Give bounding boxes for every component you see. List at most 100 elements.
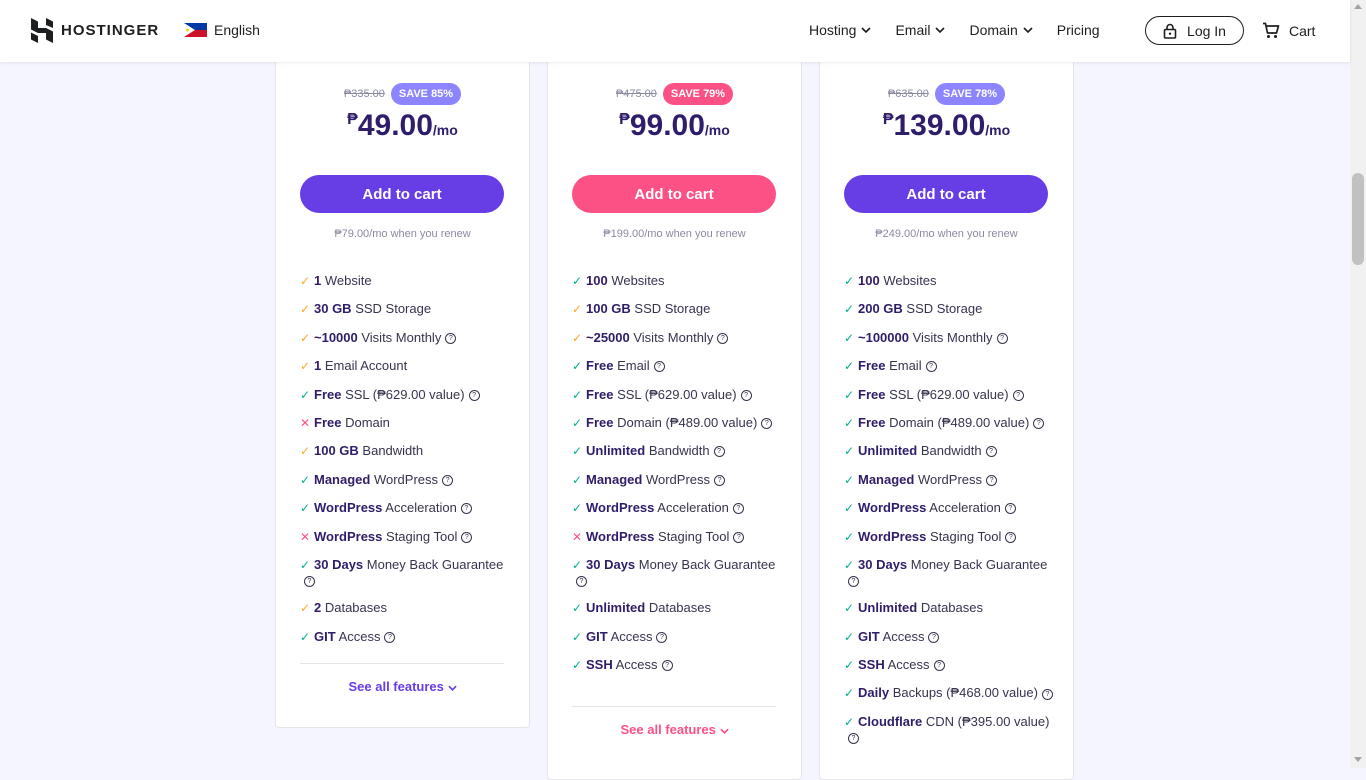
feature-item: ✓ Free Email?: [572, 358, 782, 374]
feature-highlight: 100: [858, 273, 880, 288]
check-icon: ✓: [572, 274, 583, 288]
feature-text: WordPress: [370, 471, 439, 487]
plan-card-3: ₱635.00 SAVE 78% ₱139.00/mo Add to cart …: [819, 40, 1074, 780]
renew-price: ₱79.00/mo when you renew: [334, 228, 471, 240]
feature-item: ✕ Free Domain: [300, 415, 510, 431]
language-selector[interactable]: English: [184, 22, 260, 38]
help-icon[interactable]: ?: [733, 531, 745, 543]
help-icon[interactable]: ?: [933, 660, 945, 672]
help-icon[interactable]: ?: [740, 389, 752, 401]
feature-item: ✓ ~100000 Visits Monthly?: [844, 330, 1054, 346]
help-icon[interactable]: ?: [928, 631, 940, 643]
check-icon: ✓: [572, 629, 583, 644]
add-to-cart-button[interactable]: Add to cart: [300, 175, 504, 213]
divider: [572, 706, 776, 707]
feature-text: Access: [879, 628, 925, 644]
check-icon: ✓: [572, 302, 583, 317]
check-icon: ✓: [300, 557, 311, 572]
help-icon[interactable]: ?: [717, 332, 729, 344]
feature-text: WordPress: [642, 471, 711, 487]
feature-text: Access: [884, 657, 930, 673]
help-icon[interactable]: ?: [732, 503, 744, 515]
login-label: Log In: [1187, 22, 1226, 39]
help-icon[interactable]: ?: [996, 332, 1008, 344]
feature-text: Domain: [341, 414, 390, 430]
check-icon: ✓: [572, 501, 583, 516]
help-icon[interactable]: ?: [461, 531, 473, 543]
feature-highlight: WordPress: [586, 528, 655, 544]
help-icon[interactable]: ?: [848, 732, 859, 744]
help-icon[interactable]: ?: [656, 631, 668, 643]
feature-highlight: GIT: [314, 628, 336, 644]
help-icon[interactable]: ?: [384, 631, 396, 643]
scrollbar-thumb[interactable]: [1352, 173, 1364, 265]
help-icon[interactable]: ?: [1033, 418, 1045, 430]
feature-item: ✓ Free Domain (₱489.00 value)?: [572, 415, 782, 431]
feature-highlight: Managed: [586, 471, 643, 487]
feature-item: ✓ 100 Websites: [844, 273, 1054, 289]
page-scrollbar[interactable]: [1350, 0, 1366, 768]
see-all-features-label: See all features: [620, 722, 716, 737]
feature-text: Websites: [879, 273, 937, 288]
cross-icon: ✕: [572, 529, 583, 544]
login-button[interactable]: Log In: [1145, 16, 1244, 45]
check-icon: ✓: [844, 686, 855, 701]
cart-label: Cart: [1289, 22, 1316, 39]
help-icon[interactable]: ?: [576, 575, 587, 587]
help-icon[interactable]: ?: [1041, 688, 1053, 700]
nav-pricing[interactable]: Pricing: [1057, 22, 1100, 38]
feature-item: ✓ Free SSL (₱629.00 value)?: [300, 387, 510, 403]
scroll-down-arrow-icon[interactable]: [1354, 757, 1362, 762]
see-all-features-link[interactable]: See all features: [276, 679, 529, 694]
feature-text: Website: [321, 273, 372, 288]
feature-text: Staging Tool: [926, 528, 1002, 544]
help-icon[interactable]: ?: [468, 389, 480, 401]
feature-item: ✓ ~10000 Visits Monthly?: [300, 330, 510, 346]
nav-hosting[interactable]: Hosting: [809, 22, 872, 38]
feature-highlight: ~25000: [586, 329, 630, 345]
see-all-features-link[interactable]: See all features: [548, 722, 801, 737]
feature-highlight: Unlimited: [858, 443, 918, 459]
hostinger-logo[interactable]: HOSTINGER: [31, 18, 159, 43]
nav-email[interactable]: Email: [895, 22, 946, 38]
check-icon: ✓: [572, 415, 583, 430]
cross-icon: ✕: [300, 529, 311, 544]
help-icon[interactable]: ?: [985, 446, 997, 458]
help-icon[interactable]: ?: [445, 332, 457, 344]
help-icon[interactable]: ?: [1005, 531, 1017, 543]
check-icon: ✓: [572, 359, 583, 374]
help-icon[interactable]: ?: [460, 503, 472, 515]
add-to-cart-button[interactable]: Add to cart: [844, 175, 1048, 213]
help-icon[interactable]: ?: [1004, 503, 1016, 515]
check-icon: ✓: [844, 359, 855, 374]
feature-highlight: 100 GB: [314, 443, 359, 459]
help-icon[interactable]: ?: [653, 361, 665, 373]
help-icon[interactable]: ?: [1012, 389, 1024, 401]
help-icon[interactable]: ?: [713, 446, 725, 458]
help-icon[interactable]: ?: [848, 575, 859, 587]
help-icon[interactable]: ?: [714, 474, 726, 486]
add-to-cart-button[interactable]: Add to cart: [572, 175, 776, 213]
help-icon[interactable]: ?: [304, 575, 315, 587]
nav-hosting-label: Hosting: [809, 22, 857, 38]
help-icon[interactable]: ?: [986, 474, 998, 486]
feature-text: Money Back Guarantee: [635, 556, 776, 572]
help-icon[interactable]: ?: [661, 660, 673, 672]
check-icon: ✓: [844, 529, 855, 544]
price-period: /mo: [704, 122, 730, 138]
help-icon[interactable]: ?: [442, 474, 454, 486]
feature-item: ✓ Free SSL (₱629.00 value)?: [572, 387, 782, 403]
check-icon: ✓: [844, 302, 855, 317]
feature-highlight: Free: [586, 414, 614, 430]
feature-text: Money Back Guarantee: [907, 556, 1048, 572]
scroll-up-arrow-icon[interactable]: [1354, 4, 1362, 9]
feature-item: ✓ 100 GB Bandwidth: [300, 443, 510, 459]
feature-text: Domain (₱489.00 value): [613, 414, 758, 430]
nav-domain[interactable]: Domain: [969, 22, 1033, 38]
old-price: ₱635.00: [887, 88, 929, 100]
cart-link[interactable]: Cart: [1262, 22, 1315, 39]
help-icon[interactable]: ?: [761, 418, 773, 430]
feature-list: ✓ 100 Websites ✓ 100 GB SSD Storage ✓ ~25000 …: [572, 273, 782, 685]
feature-item: ✓ WordPress Acceleration?: [300, 500, 510, 516]
help-icon[interactable]: ?: [925, 361, 937, 373]
